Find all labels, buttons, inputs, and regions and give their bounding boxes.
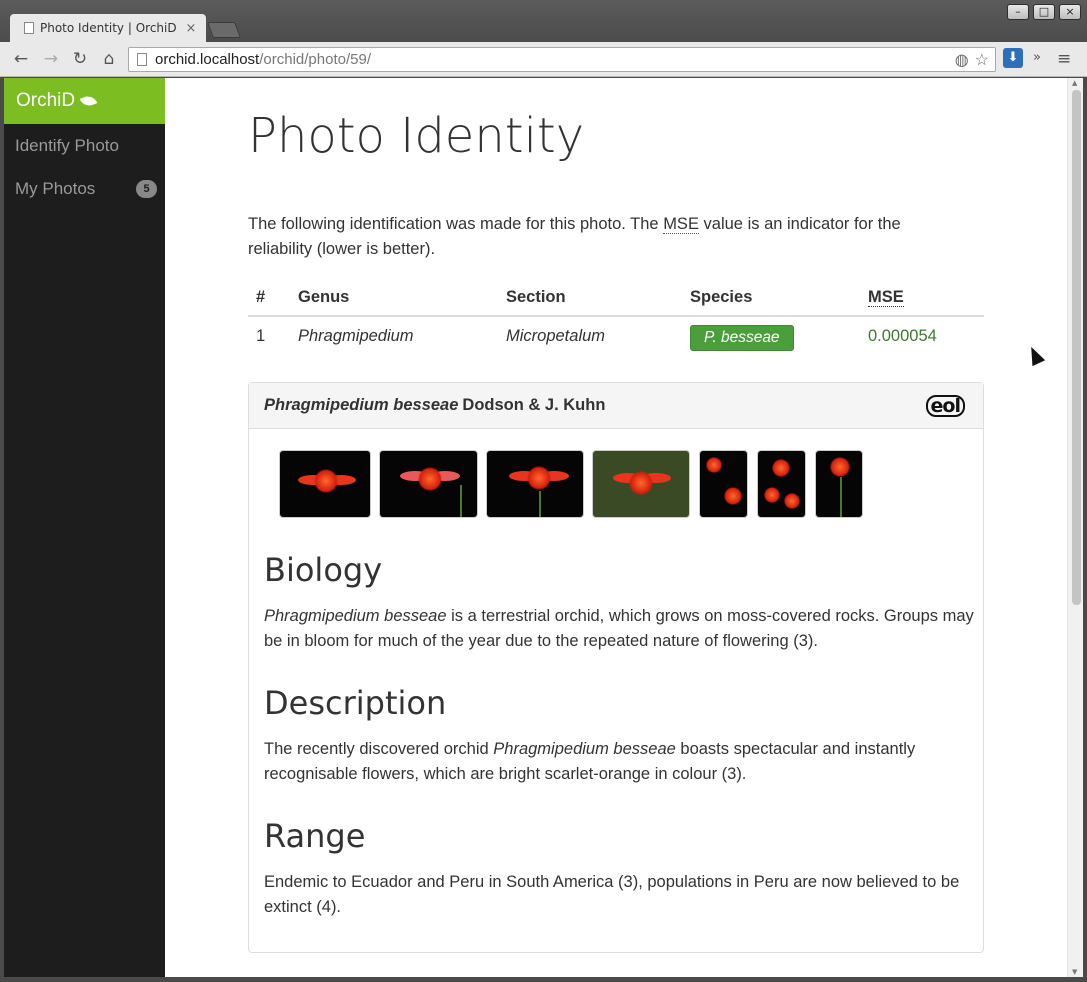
browser-toolbar: ← → ↻ ⌂ orchid.localhost/orchid/photo/59… — [0, 42, 1087, 77]
cell-species: P. besseae — [682, 316, 860, 374]
species-photo-thumbnail[interactable] — [379, 450, 478, 518]
biology-text: Phragmipedium besseae is a terrestrial o… — [264, 604, 974, 654]
column-header-mse: MSE — [860, 283, 984, 317]
range-heading: Range — [264, 817, 366, 855]
flower-shape — [830, 457, 850, 477]
mse-value: 0.000054 — [868, 327, 937, 345]
cell-section: Micropetalum — [498, 316, 682, 374]
minimize-button[interactable]: – — [1007, 4, 1029, 20]
column-header-number: # — [248, 283, 290, 317]
scrollbar-thumb[interactable] — [1072, 90, 1081, 605]
home-icon[interactable]: ⌂ — [98, 48, 120, 70]
cell-mse: 0.000054 — [860, 316, 984, 374]
page-title: Photo Identity — [248, 108, 585, 164]
close-window-button[interactable]: × — [1059, 4, 1081, 20]
species-button[interactable]: P. besseae — [690, 325, 794, 351]
flower-shape — [764, 487, 780, 503]
species-photo-thumbnail[interactable] — [757, 450, 806, 518]
url-path: /orchid/photo/59/ — [259, 51, 371, 68]
mse-abbreviation[interactable]: MSE — [663, 215, 699, 234]
brand-link[interactable]: OrchiD — [4, 78, 165, 124]
flower-stem — [460, 485, 462, 517]
table-row: 1 Phragmipedium Micropetalum P. besseae … — [248, 316, 984, 374]
scroll-up-arrow-icon[interactable]: ▲ — [1072, 79, 1077, 87]
browser-tab[interactable]: Photo Identity | OrchiD × — [10, 14, 206, 42]
brand-name: OrchiD — [16, 90, 76, 111]
title-bar: Photo Identity | OrchiD × – □ × — [0, 0, 1087, 42]
species-photo-thumbnail[interactable] — [592, 450, 690, 518]
flower-stem — [840, 477, 842, 517]
flower-stem — [539, 491, 541, 517]
tab-close-icon[interactable]: × — [184, 21, 198, 36]
scroll-down-arrow-icon[interactable]: ▼ — [1072, 968, 1077, 976]
table-header-row: # Genus Section Species MSE — [248, 283, 984, 317]
mouse-cursor-icon — [1024, 343, 1046, 367]
sidebar-item-label: Identify Photo — [15, 135, 119, 155]
flower-shape — [706, 457, 722, 473]
species-photo-thumbnail[interactable] — [279, 450, 371, 518]
url-host: orchid.localhost — [155, 51, 260, 68]
species-photo-thumbnail[interactable] — [699, 450, 748, 518]
identification-table: # Genus Section Species MSE 1 Phragmiped… — [248, 283, 984, 374]
flower-shape — [418, 467, 442, 491]
sidebar-item-identify-photo[interactable]: Identify Photo — [4, 124, 165, 167]
biology-heading: Biology — [264, 551, 383, 589]
sidebar-item-label: My Photos — [15, 178, 96, 198]
tab-title: Photo Identity | OrchiD — [40, 21, 177, 35]
description-text-start: The recently discovered orchid — [264, 740, 494, 758]
flower-shape — [724, 487, 742, 505]
genus-name: Phragmipedium — [298, 327, 414, 345]
vertical-scrollbar[interactable]: ▲ ▼ — [1067, 78, 1083, 977]
window-controls: – □ × — [1007, 4, 1081, 20]
bookmark-star-icon[interactable]: ☆ — [975, 50, 989, 70]
column-header-section: Section — [498, 283, 682, 317]
species-photo-thumbnail[interactable] — [486, 450, 584, 518]
cell-number: 1 — [256, 327, 266, 345]
flower-shape — [629, 471, 653, 495]
flower-shape — [784, 493, 800, 509]
description-text: The recently discovered orchid Phragmipe… — [264, 737, 974, 787]
range-text: Endemic to Ecuador and Peru in South Ame… — [264, 873, 960, 916]
back-arrow-icon[interactable]: ← — [10, 48, 32, 70]
leaf-icon — [79, 93, 98, 109]
cell-genus: Phragmipedium — [290, 316, 498, 374]
species-authority: Dodson & J. Kuhn — [462, 396, 606, 414]
chevron-double-right-icon[interactable]: » — [1033, 50, 1041, 65]
lightbulb-icon[interactable]: ◍ — [955, 50, 969, 70]
column-header-genus: Genus — [290, 283, 498, 317]
species-info-panel: Phragmipedium besseae Dodson & J. Kuhn e… — [248, 382, 984, 953]
species-name-italic: Phragmipedium besseae — [264, 607, 447, 625]
photo-count-badge: 5 — [136, 179, 157, 198]
description-heading: Description — [264, 684, 447, 722]
eol-logo[interactable]: eol — [925, 395, 965, 417]
flower-shape — [772, 459, 790, 477]
address-bar[interactable]: orchid.localhost/orchid/photo/59/ ◍ ☆ — [128, 47, 996, 72]
page-icon — [137, 53, 147, 66]
species-photo-thumbnail[interactable] — [815, 450, 863, 518]
download-extension-icon[interactable]: ⬇ — [1003, 48, 1023, 68]
column-header-species: Species — [682, 283, 860, 317]
flower-shape — [314, 469, 338, 493]
maximize-button[interactable]: □ — [1033, 4, 1055, 20]
new-tab-button[interactable] — [207, 22, 241, 38]
intro-text: The following identification was made fo… — [248, 212, 968, 262]
sidebar: OrchiD Identify Photo My Photos 5 — [4, 78, 165, 977]
intro-before: The following identification was made fo… — [248, 215, 664, 233]
sidebar-item-my-photos[interactable]: My Photos 5 — [4, 167, 165, 210]
flower-shape — [527, 466, 551, 490]
species-name-italic: Phragmipedium besseae — [493, 740, 676, 758]
mse-header-abbr[interactable]: MSE — [868, 288, 904, 307]
panel-heading: Phragmipedium besseae Dodson & J. Kuhn e… — [249, 383, 983, 429]
page-viewport: OrchiD Identify Photo My Photos 5 Photo … — [4, 78, 1083, 977]
document-icon — [24, 22, 34, 34]
forward-arrow-icon[interactable]: → — [40, 48, 62, 70]
hamburger-menu-icon[interactable]: ≡ — [1057, 49, 1071, 69]
section-name: Micropetalum — [506, 327, 606, 345]
reload-icon[interactable]: ↻ — [69, 48, 91, 70]
scientific-name: Phragmipedium besseae — [264, 396, 459, 414]
